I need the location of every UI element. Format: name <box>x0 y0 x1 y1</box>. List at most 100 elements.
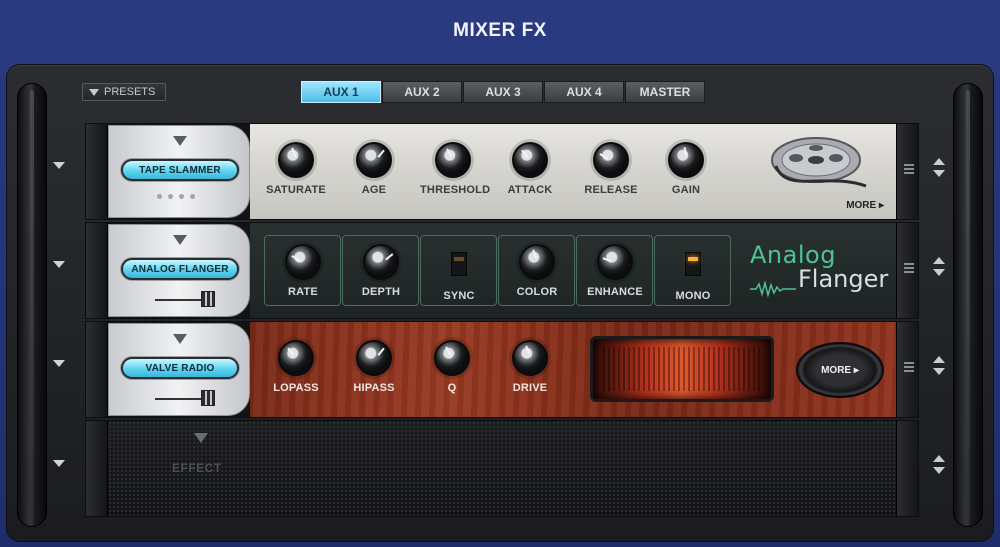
mono-toggle[interactable] <box>685 252 701 276</box>
tab-aux-4[interactable]: AUX 4 <box>544 81 624 103</box>
gain-knob[interactable] <box>668 142 704 178</box>
drag-handle-icon[interactable] <box>904 263 914 275</box>
release-knob[interactable] <box>593 142 629 178</box>
fx-slot-tape-slammer: TAPE SLAMMER SATURATE AGE THRESHOLD ATTA… <box>85 123 919 220</box>
slot-2-menu-arrow-icon[interactable] <box>53 261 65 268</box>
knob-threshold-group: THRESHOLD <box>420 142 491 196</box>
slot-4-menu-arrow-icon[interactable] <box>53 460 65 467</box>
knob-enhance-group: ENHANCE <box>583 244 647 298</box>
tab-master[interactable]: MASTER <box>625 81 705 103</box>
switch-label: MONO <box>675 290 711 302</box>
knob-saturate-group: SATURATE <box>264 142 328 196</box>
slot-bracket-left <box>86 322 108 417</box>
knob-label: ATTACK <box>507 184 553 196</box>
knob-age-group: AGE <box>342 142 406 196</box>
drag-handle-icon[interactable] <box>904 362 914 374</box>
knob-rate-group: RATE <box>271 244 335 298</box>
knob-hipass-group: HIPASS <box>342 340 406 394</box>
knob-label: DEPTH <box>361 286 401 298</box>
knob-label: AGE <box>361 184 387 196</box>
fx-slot-empty[interactable]: EFFECT <box>85 420 919 517</box>
selector-arrow-icon[interactable] <box>173 136 187 146</box>
knob-label: THRESHOLD <box>420 184 491 196</box>
dropdown-arrow-icon <box>89 88 99 96</box>
slot-2-reorder-arrows-icon[interactable] <box>933 257 945 281</box>
knob-q-group: Q <box>420 340 484 394</box>
level-slider-handle[interactable] <box>201 291 215 307</box>
effect-selector[interactable]: TAPE SLAMMER <box>108 125 250 218</box>
effect-name-pill[interactable]: VALVE RADIO <box>121 357 239 379</box>
tape-slammer-panel: SATURATE AGE THRESHOLD ATTACK RELEASE GA… <box>250 124 898 219</box>
knob-color-group: COLOR <box>505 244 569 298</box>
selector-arrow-icon[interactable] <box>173 334 187 344</box>
hipass-knob[interactable] <box>356 340 392 376</box>
knob-drive-group: DRIVE <box>498 340 562 394</box>
slot-bracket-right <box>896 223 918 318</box>
tape-reel-icon <box>771 137 867 188</box>
right-rack-rail <box>953 83 983 527</box>
age-knob[interactable] <box>356 142 392 178</box>
slot-3-menu-arrow-icon[interactable] <box>53 360 65 367</box>
enhance-cell: ENHANCE <box>576 235 653 306</box>
mono-group: MONO <box>661 244 725 302</box>
knob-label: RATE <box>288 286 318 298</box>
enhance-knob[interactable] <box>597 244 633 280</box>
presets-button[interactable]: PRESETS <box>82 83 166 101</box>
lopass-knob[interactable] <box>278 340 314 376</box>
analog-flanger-logo: Analog Flanger <box>750 241 890 297</box>
drive-knob[interactable] <box>512 340 548 376</box>
q-knob[interactable] <box>434 340 470 376</box>
slot-3-reorder-arrows-icon[interactable] <box>933 356 945 380</box>
fx-rack: PRESETS AUX 1 AUX 2 AUX 3 AUX 4 MASTER T… <box>6 64 994 542</box>
drag-handle-icon[interactable] <box>904 164 914 176</box>
saturate-knob[interactable] <box>278 142 314 178</box>
effect-name-pill[interactable]: TAPE SLAMMER <box>121 159 239 181</box>
color-knob[interactable] <box>519 244 555 280</box>
sync-toggle[interactable] <box>451 252 467 276</box>
knob-label: SATURATE <box>266 184 326 196</box>
switch-label: SYNC <box>443 290 475 302</box>
level-slider-handle[interactable] <box>201 390 215 406</box>
knob-attack-group: ATTACK <box>498 142 562 196</box>
sync-group: SYNC <box>427 244 491 302</box>
effect-name-pill[interactable]: ANALOG FLANGER <box>121 258 239 280</box>
slot-1-reorder-arrows-icon[interactable] <box>933 158 945 182</box>
logo-line-2: Flanger <box>798 265 889 293</box>
slot-bracket-right <box>896 124 918 219</box>
tab-aux-3[interactable]: AUX 3 <box>463 81 543 103</box>
empty-slot-grille[interactable]: EFFECT <box>108 421 898 516</box>
slot-4-reorder-arrows-icon[interactable] <box>933 455 945 479</box>
slot-bracket-right <box>896 322 918 417</box>
knob-label: HIPASS <box>353 382 395 394</box>
more-button[interactable]: MORE ▸ <box>846 200 884 211</box>
add-effect-label[interactable]: EFFECT <box>172 461 222 475</box>
depth-cell: DEPTH <box>342 235 419 306</box>
slot-bracket-right <box>896 421 918 516</box>
rate-knob[interactable] <box>285 244 321 280</box>
threshold-knob[interactable] <box>435 142 471 178</box>
page-title: MIXER FX <box>453 20 547 41</box>
add-effect-arrow-icon[interactable] <box>194 433 208 443</box>
tab-aux-2[interactable]: AUX 2 <box>382 81 462 103</box>
more-button[interactable]: MORE ▸ <box>796 342 884 398</box>
slot-bracket-left <box>86 223 108 318</box>
depth-knob[interactable] <box>363 244 399 280</box>
knob-label: RELEASE <box>584 184 638 196</box>
tab-aux-1[interactable]: AUX 1 <box>301 81 381 103</box>
attack-knob[interactable] <box>512 142 548 178</box>
sync-cell: SYNC <box>420 235 497 306</box>
slot-1-menu-arrow-icon[interactable] <box>53 162 65 169</box>
effect-selector[interactable]: VALVE RADIO <box>108 323 250 416</box>
knob-label: ENHANCE <box>587 286 643 298</box>
slot-bracket-left <box>86 421 108 516</box>
valve-radio-panel: LOPASS HIPASS Q DRIVE MORE ▸ <box>250 322 898 417</box>
fx-slot-valve-radio: VALVE RADIO LOPASS HIPASS Q DRIVE MORE ▸ <box>85 321 919 418</box>
selector-arrow-icon[interactable] <box>173 235 187 245</box>
slot-bracket-left <box>86 124 108 219</box>
effect-selector[interactable]: ANALOG FLANGER <box>108 224 250 317</box>
knob-label: Q <box>447 382 457 394</box>
mono-cell: MONO <box>654 235 731 306</box>
knob-lopass-group: LOPASS <box>264 340 328 394</box>
preset-dots <box>157 194 195 199</box>
presets-label: PRESETS <box>104 86 156 98</box>
